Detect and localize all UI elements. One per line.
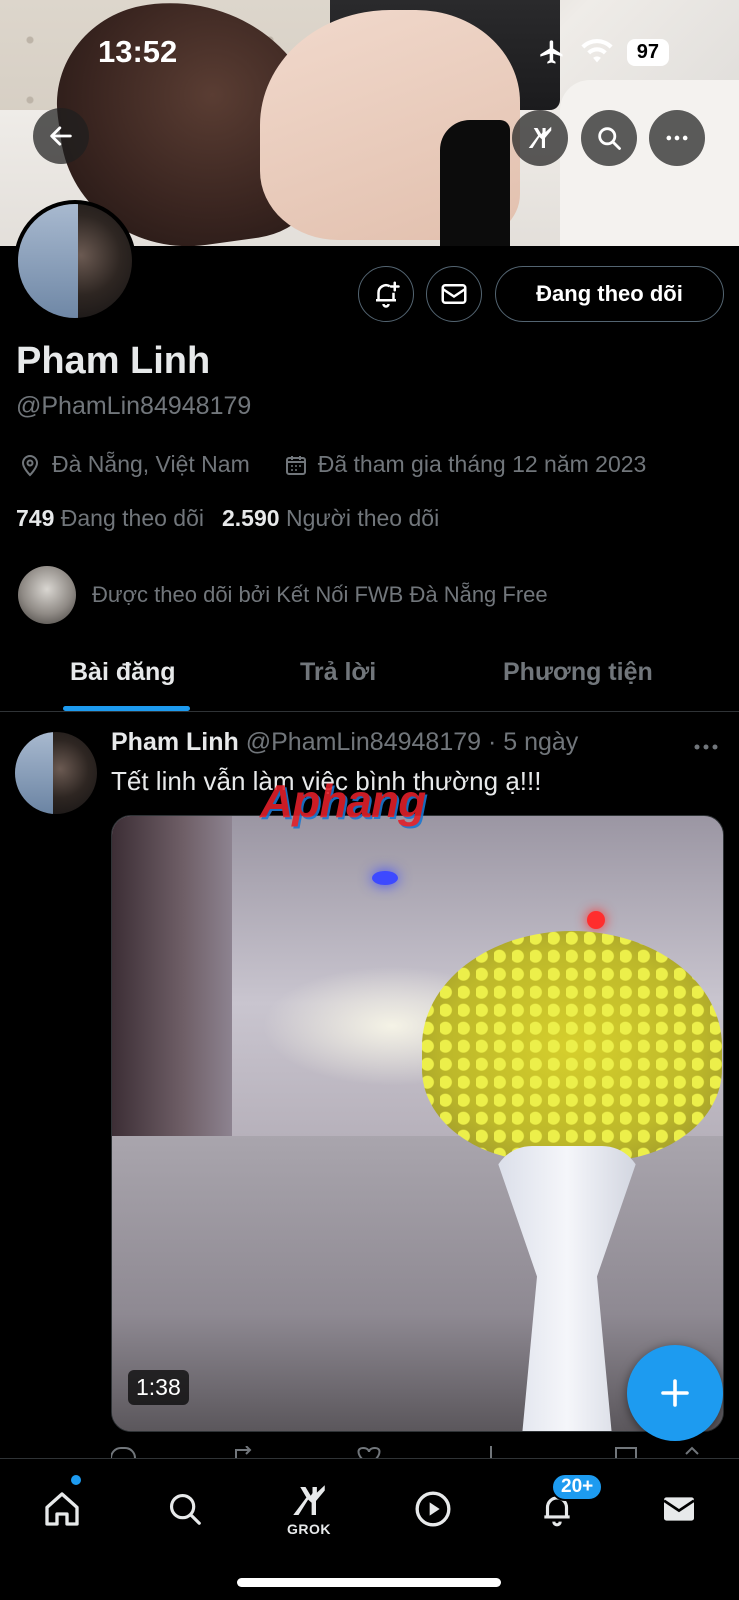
grok-label: GROK — [287, 1521, 331, 1537]
profile-joined: Đã tham gia tháng 12 năm 2023 — [317, 451, 647, 477]
followers-count-link[interactable]: 2.590 Người theo dõi — [222, 505, 439, 532]
banner-garment — [440, 120, 510, 246]
followers-label: Người theo dõi — [285, 505, 440, 531]
grok-icon — [528, 126, 552, 148]
following-button[interactable]: Đang theo dõi — [495, 266, 724, 322]
post-author-meta: @PhamLin84948179 · 5 ngày — [245, 728, 579, 756]
search-icon — [598, 127, 621, 150]
video-duration: 1:38 — [128, 1370, 189, 1405]
video-blue-light — [372, 871, 398, 885]
following-count: 749 — [16, 505, 55, 531]
message-button[interactable] — [426, 266, 482, 322]
compose-button[interactable] — [627, 1345, 723, 1441]
home-unread-dot — [71, 1475, 81, 1485]
home-icon — [45, 1492, 79, 1526]
grok-button[interactable] — [512, 110, 568, 166]
post-more-button[interactable] — [693, 728, 719, 759]
search-icon — [169, 1493, 201, 1525]
search-button[interactable] — [581, 110, 637, 166]
home-indicator — [237, 1578, 501, 1587]
followed-by[interactable]: Được theo dõi bởi Kết Nối FWB Đà Nẵng Fr… — [18, 566, 548, 624]
post-header: Pham Linh @PhamLin84948179 · 5 ngày — [111, 728, 578, 757]
status-icons: 97 — [537, 38, 669, 66]
profile-tabs: Bài đăng Trả lời Phương tiện — [0, 632, 739, 712]
active-tab-indicator — [63, 706, 190, 711]
nav-search[interactable] — [155, 1479, 215, 1539]
tab-replies[interactable]: Trả lời — [300, 658, 376, 687]
mail-icon — [663, 1497, 695, 1521]
status-bar: 13:52 97 — [0, 34, 739, 70]
grok-icon — [293, 1485, 325, 1515]
mail-icon — [441, 284, 467, 304]
profile-location: Đà Nẵng, Việt Nam — [52, 451, 250, 477]
post-video[interactable]: 1:38 — [111, 815, 724, 1432]
video-flowers — [422, 931, 722, 1161]
wifi-icon — [581, 39, 613, 63]
nav-home[interactable] — [32, 1479, 92, 1539]
profile-handle: @PhamLin84948179 — [16, 392, 252, 420]
nav-messages[interactable] — [649, 1479, 709, 1539]
followed-by-avatar — [18, 566, 76, 624]
profile-avatar[interactable] — [14, 200, 136, 322]
watermark-logo: Aphang — [260, 775, 426, 827]
status-time: 13:52 — [98, 34, 178, 69]
notifications-badge: 20+ — [551, 1473, 604, 1501]
more-horizontal-icon — [694, 744, 718, 750]
more-options-button[interactable] — [649, 110, 705, 166]
calendar-icon — [285, 455, 306, 475]
play-circle-icon — [415, 1491, 451, 1527]
following-count-link[interactable]: 749 Đang theo dõi — [16, 505, 204, 532]
profile-name: Pham Linh — [16, 340, 211, 382]
video-red-light — [587, 911, 605, 929]
airplane-icon — [540, 40, 563, 64]
followed-by-text: Được theo dõi bởi Kết Nối FWB Đà Nẵng Fr… — [92, 582, 548, 607]
video-door — [112, 816, 232, 1136]
post-author-name[interactable]: Pham Linh — [111, 728, 239, 756]
tab-media[interactable]: Phương tiện — [503, 658, 653, 687]
location-pin-icon — [21, 454, 39, 476]
nav-video[interactable] — [403, 1479, 463, 1539]
back-button[interactable] — [33, 108, 89, 164]
profile-meta: Đà Nẵng, Việt Nam Đã tham gia tháng 12 n… — [18, 451, 646, 478]
followers-count: 2.590 — [222, 505, 280, 531]
battery-indicator: 97 — [626, 38, 669, 66]
bell-plus-icon — [376, 281, 400, 308]
banner-pillow — [560, 80, 739, 246]
tab-posts[interactable]: Bài đăng — [70, 658, 176, 687]
following-label: Đang theo dõi — [60, 505, 204, 531]
plus-icon — [661, 1379, 689, 1407]
arrow-left-icon — [50, 126, 72, 146]
follow-counts: 749 Đang theo dõi 2.590 Người theo dõi — [16, 505, 439, 532]
post-avatar[interactable] — [15, 732, 97, 814]
more-horizontal-icon — [666, 135, 688, 141]
notifications-subscribe-button[interactable] — [358, 266, 414, 322]
